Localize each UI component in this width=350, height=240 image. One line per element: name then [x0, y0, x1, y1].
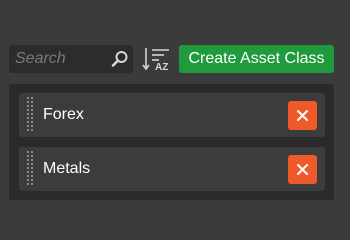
create-asset-class-button[interactable]: Create Asset Class — [179, 45, 334, 73]
list-item-label: Metals — [43, 160, 91, 177]
asset-class-list: Forex Metals — [9, 84, 334, 200]
list-item-label: Forex — [43, 106, 84, 123]
close-icon — [297, 110, 308, 121]
search-icon[interactable] — [111, 50, 129, 68]
sort-letters: AZ — [155, 62, 168, 72]
close-icon — [297, 164, 308, 175]
search-box — [9, 45, 133, 73]
drag-handle-icon[interactable] — [27, 151, 34, 187]
sort-alphabetical-icon: AZ — [142, 48, 169, 73]
drag-handle-icon[interactable] — [27, 97, 34, 133]
toolbar: AZ Create Asset Class — [9, 45, 334, 73]
delete-button[interactable] — [288, 155, 317, 184]
list-item[interactable]: Metals — [19, 147, 325, 191]
search-input[interactable] — [15, 45, 107, 73]
sort-alphabetical-button[interactable]: AZ — [142, 46, 172, 73]
delete-button[interactable] — [288, 101, 317, 130]
list-item[interactable]: Forex — [19, 93, 325, 137]
